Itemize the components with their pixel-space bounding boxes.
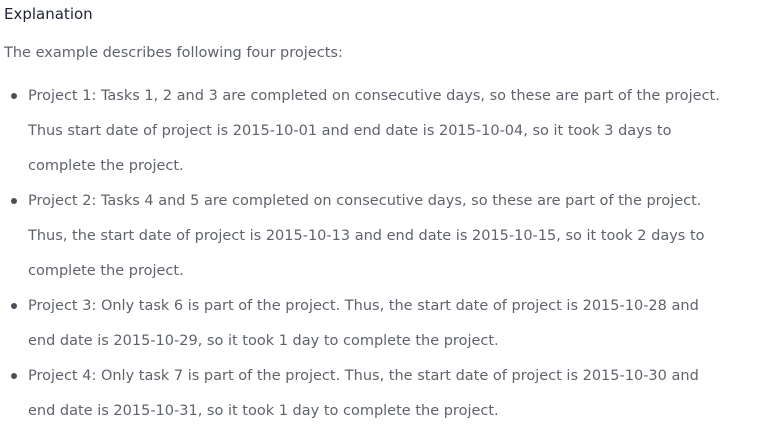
project-2-line-2: Thus, the start date of project is 2015-…	[28, 228, 705, 244]
intro-text: The example describes following four pro…	[4, 45, 343, 61]
project-4-line-1: Project 4: Only task 7 is part of the pr…	[28, 368, 699, 384]
project-4-line-2: end date is 2015-10-31, so it took 1 day…	[28, 403, 499, 419]
project-item-2: Project 2: Tasks 4 and 5 are completed o…	[0, 184, 782, 289]
project-1-line-1: Project 1: Tasks 1, 2 and 3 are complete…	[28, 88, 720, 104]
project-3-line-2: end date is 2015-10-29, so it took 1 day…	[28, 333, 499, 349]
project-item-4: Project 4: Only task 7 is part of the pr…	[0, 359, 782, 429]
project-item-3: Project 3: Only task 6 is part of the pr…	[0, 289, 782, 359]
project-2-line-1: Project 2: Tasks 4 and 5 are completed o…	[28, 193, 702, 209]
section-heading: Explanation	[4, 5, 93, 23]
project-item-1: Project 1: Tasks 1, 2 and 3 are complete…	[0, 79, 782, 184]
project-2-line-3: complete the project.	[28, 263, 184, 279]
project-1-line-3: complete the project.	[28, 158, 184, 174]
project-3-line-1: Project 3: Only task 6 is part of the pr…	[28, 298, 699, 314]
project-list: Project 1: Tasks 1, 2 and 3 are complete…	[0, 79, 782, 429]
project-1-line-2: Thus start date of project is 2015-10-01…	[28, 123, 672, 139]
